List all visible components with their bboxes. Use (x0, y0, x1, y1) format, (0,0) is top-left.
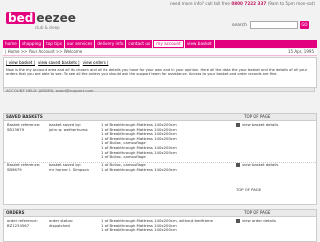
orders-title: ORDERS (6, 210, 25, 215)
order-actions: view order details (236, 218, 312, 225)
breadcrumb[interactable]: | Home >> Your Account >> Welcome (5, 49, 82, 55)
search-bar: search GO (232, 21, 309, 29)
arrow-box-icon (236, 163, 240, 168)
account-tabs: | view basket | view saved baskets | vie… (6, 60, 109, 65)
tab-view-orders[interactable]: view orders | (83, 60, 109, 65)
nav-home[interactable]: home (3, 40, 19, 48)
basket-items: 1 of Breakthrough Mattress 140x200cm 1 o… (101, 122, 231, 160)
contact-strip: need more info? call toll free 0800 7222… (150, 1, 315, 7)
date-text: 15 Apr, 1995 (287, 49, 314, 54)
logo[interactable]: bed eezee club & sleep (6, 12, 76, 30)
top-of-page-link[interactable]: TOP OF PAGE (236, 187, 312, 193)
arrow-box-icon (236, 123, 240, 128)
nav-top-tips[interactable]: top tips (44, 40, 64, 48)
basket-ref: Basket reference: SB9679 (7, 162, 41, 172)
top-of-page-link[interactable]: TOP OF PAGE (244, 210, 270, 216)
nav-my-account[interactable]: my account (153, 40, 184, 48)
basket-item: 1 of Bulloc, camouflage (101, 154, 146, 160)
nav-view-basket[interactable]: view basket (184, 40, 214, 48)
order-status: order status: dispatched (49, 218, 74, 228)
search-go-button[interactable]: GO (299, 21, 309, 29)
nav-contact-us[interactable]: contact us (126, 40, 153, 48)
order-item: 1 of Breakthrough Mattress 140x200cm (101, 227, 177, 233)
tab-saved-baskets[interactable]: view saved baskets | (38, 60, 80, 65)
saved-baskets-title: SAVED BASKETS (6, 114, 43, 119)
basket-item: 1 of Breakthrough Mattress 140x200cm (101, 166, 177, 172)
search-label: search (232, 22, 247, 28)
logo-bed: bed (6, 11, 36, 25)
intro-text: Now is the my account area and all its c… (6, 68, 308, 77)
nav-delivery-info[interactable]: delivery info (95, 40, 126, 48)
account-info-box: | view basket | view saved baskets | vie… (3, 57, 317, 88)
basket-ref: Basket reference: SB13679 (7, 122, 41, 132)
logo-tagline: club & sleep (35, 25, 60, 30)
breadcrumb-row: | Home >> Your Account >> Welcome 15 Apr… (3, 49, 317, 56)
saved-baskets-panel: SAVED BASKETS TOP OF PAGE Basket referen… (3, 113, 317, 205)
tab-view-basket[interactable]: | view basket | (6, 60, 35, 65)
saved-baskets-header: SAVED BASKETS TOP OF PAGE (4, 114, 316, 121)
nav-shopping[interactable]: shopping (19, 40, 44, 48)
nav-fill (214, 40, 317, 48)
basket-actions: view basket details (236, 162, 312, 169)
basket-items: 1 of Bulloc, camouflage 1 of Breakthroug… (101, 162, 231, 172)
basket-owner: basket saved by: mr horner I. Simpson (49, 162, 90, 172)
orders-header: ORDERS TOP OF PAGE (4, 210, 316, 217)
nav-our-services[interactable]: our services (64, 40, 95, 48)
basket-actions: view basket details (236, 122, 312, 129)
arrow-box-icon (236, 219, 240, 224)
order-ref: order reference: BZ1234567 (7, 218, 38, 228)
main-nav: home shopping top tips our services deli… (3, 40, 317, 48)
order-items: 1 of Breakthrough Mattress 140x200cm, wi… (101, 218, 231, 233)
view-basket-details-button[interactable]: view basket details (236, 122, 278, 128)
top-of-page-link[interactable]: TOP OF PAGE (244, 114, 270, 120)
contact-prefix: need more info? call toll free (169, 1, 230, 6)
view-basket-details-button[interactable]: view basket details (236, 162, 278, 168)
view-order-details-button[interactable]: view order details (236, 218, 276, 224)
opening-hours: (9am to 5pm mon-sat) (267, 1, 315, 6)
page: need more info? call toll free 0800 7222… (0, 0, 320, 242)
orders-panel: ORDERS TOP OF PAGE order reference: BZ12… (3, 209, 317, 242)
logo-eezee: eezee (36, 11, 76, 25)
search-input[interactable] (249, 21, 298, 29)
phone-number[interactable]: 0800 7222 337 (231, 1, 266, 6)
account-held-bar: ACCOUNT HELD: JARDEN, wood@support.com (3, 87, 315, 93)
basket-owner: basket saved by: john w. wetherhuma (49, 122, 88, 132)
